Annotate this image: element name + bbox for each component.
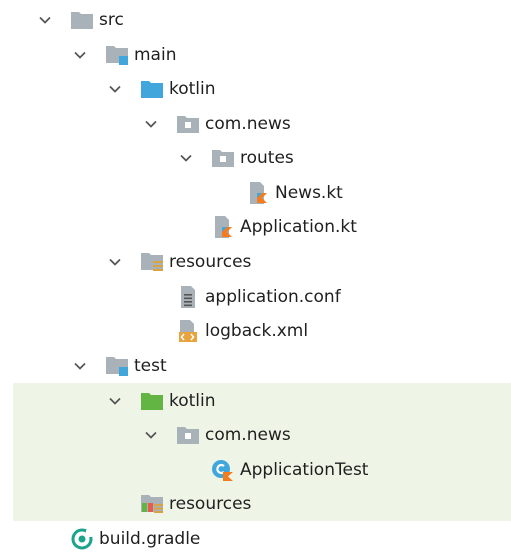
chevron-down-icon[interactable] (107, 81, 123, 97)
tree-item-src[interactable]: src (37, 3, 124, 37)
package-folder-icon (176, 423, 200, 447)
tree-item-label: Application.kt (240, 216, 357, 237)
chevron-down-icon[interactable] (143, 116, 159, 132)
tree-item-label: com.news (205, 113, 291, 134)
tree-item-build-gradle[interactable]: build.gradle (37, 522, 200, 556)
folder-icon (70, 8, 94, 32)
chevron-down-icon[interactable] (178, 150, 194, 166)
kotlin-test-class-icon (211, 458, 235, 482)
tree-item-label: com.news (205, 424, 291, 445)
gradle-file-icon (70, 527, 94, 551)
tree-item-test-com-news[interactable]: com.news (143, 418, 291, 452)
chevron-down-icon[interactable] (72, 358, 88, 374)
tree-item-label: kotlin (169, 78, 216, 99)
tree-item-label: build.gradle (99, 528, 201, 549)
test-resources-folder-icon (140, 492, 164, 516)
chevron-down-icon[interactable] (107, 393, 123, 409)
tree-item-test-resources[interactable]: resources (107, 487, 251, 521)
tree-item-label: kotlin (169, 390, 216, 411)
tree-item-label: logback.xml (205, 320, 309, 341)
source-root-folder-icon (105, 43, 129, 67)
tree-item-application-conf[interactable]: application.conf (143, 280, 341, 314)
tree-item-test-kotlin[interactable]: kotlin (107, 384, 216, 418)
tree-item-application-test[interactable]: ApplicationTest (178, 453, 368, 487)
tree-item-label: resources (169, 493, 252, 514)
kotlin-test-folder-icon (140, 389, 164, 413)
xml-file-icon (176, 319, 200, 343)
tree-item-label: main (134, 44, 177, 65)
tree-item-label: News.kt (275, 182, 343, 203)
tree-item-routes[interactable]: routes (178, 141, 294, 175)
source-root-folder-icon (105, 354, 129, 378)
tree-item-kotlin[interactable]: kotlin (107, 72, 216, 106)
tree-item-news-kt[interactable]: News.kt (213, 176, 343, 210)
package-folder-icon (211, 146, 235, 170)
chevron-down-icon[interactable] (107, 254, 123, 270)
resources-folder-icon (140, 250, 164, 274)
tree-item-label: routes (240, 147, 294, 168)
kotlin-source-folder-icon (140, 77, 164, 101)
kotlin-file-icon (246, 181, 270, 205)
chevron-down-icon[interactable] (37, 12, 53, 28)
kotlin-file-icon (211, 215, 235, 239)
test-scope-highlight (13, 383, 511, 521)
tree-item-label: ApplicationTest (240, 459, 369, 480)
tree-item-application-kt[interactable]: Application.kt (178, 210, 357, 244)
tree-item-resources[interactable]: resources (107, 245, 251, 279)
tree-item-com-news[interactable]: com.news (143, 107, 291, 141)
tree-item-main[interactable]: main (72, 38, 176, 72)
tree-item-label: application.conf (205, 286, 341, 307)
tree-item-logback-xml[interactable]: logback.xml (143, 314, 308, 348)
package-folder-icon (176, 112, 200, 136)
tree-item-label: resources (169, 251, 252, 272)
chevron-down-icon[interactable] (143, 427, 159, 443)
tree-item-test[interactable]: test (72, 349, 167, 383)
tree-item-label: test (134, 355, 167, 376)
tree-item-label: src (99, 9, 124, 30)
text-file-icon (176, 285, 200, 309)
chevron-down-icon[interactable] (72, 47, 88, 63)
